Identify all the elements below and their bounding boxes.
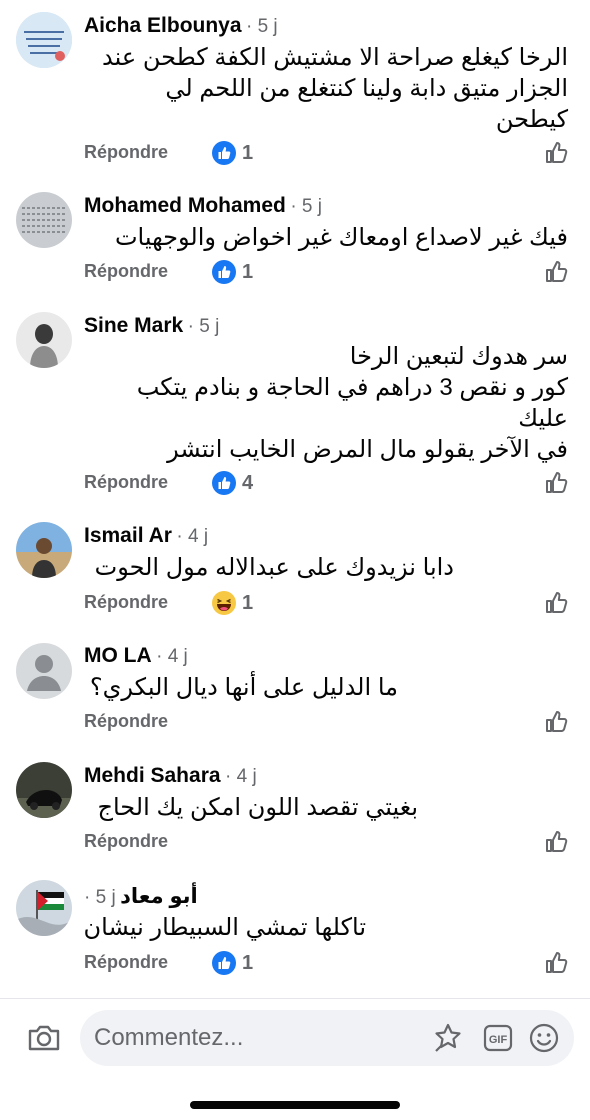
avatar[interactable] <box>16 12 72 68</box>
haha-reaction-icon <box>212 591 236 615</box>
comment-input-placeholder: Commentez... <box>94 1024 244 1051</box>
reply-button[interactable]: Répondre <box>84 831 168 852</box>
composer-divider <box>0 998 590 999</box>
comment-text: بغيتي تقصد اللون امكن يك الحاج <box>97 794 419 821</box>
like-outline-icon[interactable] <box>544 470 570 496</box>
comment-time[interactable]: · 5 j <box>246 16 278 37</box>
comment-text: تاكلها تمشي السبيطار نيشان <box>83 914 366 941</box>
reaction-count: 1 <box>242 260 254 283</box>
reply-button[interactable]: Répondre <box>84 952 168 973</box>
comment-text: ما الدليل على أنها ديال البكري؟ <box>89 674 398 701</box>
avatar[interactable] <box>16 522 72 578</box>
reaction-count: 4 <box>242 471 254 494</box>
reaction-summary[interactable]: 1 <box>212 950 253 976</box>
reaction-count: 1 <box>242 141 254 164</box>
gif-icon[interactable]: GIF <box>482 1022 514 1054</box>
comment-text: دابا نزيدوك على عبدالاله مول الحوت <box>94 554 454 581</box>
comment-time[interactable]: · 4 j <box>156 646 188 667</box>
home-indicator[interactable] <box>190 1101 400 1109</box>
reaction-summary[interactable]: 1 <box>212 590 253 616</box>
reply-button[interactable]: Répondre <box>84 711 168 732</box>
sticker-icon[interactable] <box>432 1022 464 1054</box>
gif-label: GIF <box>489 1034 508 1046</box>
like-outline-icon[interactable] <box>544 709 570 735</box>
avatar[interactable] <box>16 762 72 818</box>
avatar[interactable] <box>16 312 72 368</box>
reply-button[interactable]: Répondre <box>84 261 168 282</box>
like-outline-icon[interactable] <box>544 140 570 166</box>
reaction-summary[interactable]: 1 <box>212 140 253 166</box>
comment-time[interactable]: · 5 j <box>188 316 220 337</box>
comment-text: فيك غير لاصداع اومعاك غير اخواض والوجهيا… <box>114 224 568 251</box>
comment-author[interactable]: Sine Mark <box>84 314 183 337</box>
comment-text: الرخا كيغلع صراحة الا مشتيش الكفة كطحن ع… <box>102 44 568 133</box>
like-outline-icon[interactable] <box>544 590 570 616</box>
comment-author[interactable]: Aicha Elbounya <box>84 14 242 37</box>
comment-author[interactable]: MO LA <box>84 644 152 667</box>
comment-author[interactable]: Ismail Ar <box>84 524 172 547</box>
comment-text: سر هدوك لتبعين الرخا كور و نقص 3 دراهم ف… <box>136 343 568 463</box>
emoji-icon[interactable] <box>528 1022 560 1054</box>
comment-author[interactable]: أبو معاد <box>120 885 198 908</box>
comment-time[interactable]: · 5 j <box>290 196 322 217</box>
comment-author[interactable]: Mohamed Mohamed <box>84 194 286 217</box>
camera-icon[interactable] <box>26 1020 62 1056</box>
avatar[interactable] <box>16 192 72 248</box>
avatar[interactable] <box>16 880 72 936</box>
like-outline-icon[interactable] <box>544 829 570 855</box>
reaction-summary[interactable]: 1 <box>212 259 253 285</box>
comment-input[interactable]: Commentez... GIF <box>80 1010 574 1066</box>
like-outline-icon[interactable] <box>544 950 570 976</box>
reply-button[interactable]: Répondre <box>84 142 168 163</box>
like-outline-icon[interactable] <box>544 259 570 285</box>
comment-author[interactable]: Mehdi Sahara <box>84 764 221 787</box>
like-reaction-icon <box>212 260 236 284</box>
like-reaction-icon <box>212 951 236 975</box>
reply-button[interactable]: Répondre <box>84 472 168 493</box>
comment-time[interactable]: · 4 j <box>225 766 257 787</box>
like-reaction-icon <box>212 141 236 165</box>
avatar[interactable] <box>16 643 72 699</box>
comment-time[interactable]: · 5 j <box>84 887 116 908</box>
reply-button[interactable]: Répondre <box>84 592 168 613</box>
reaction-count: 1 <box>242 951 254 974</box>
comment-time[interactable]: · 4 j <box>176 526 208 547</box>
reaction-summary[interactable]: 4 <box>212 470 253 496</box>
reaction-count: 1 <box>242 591 254 614</box>
like-reaction-icon <box>212 471 236 495</box>
